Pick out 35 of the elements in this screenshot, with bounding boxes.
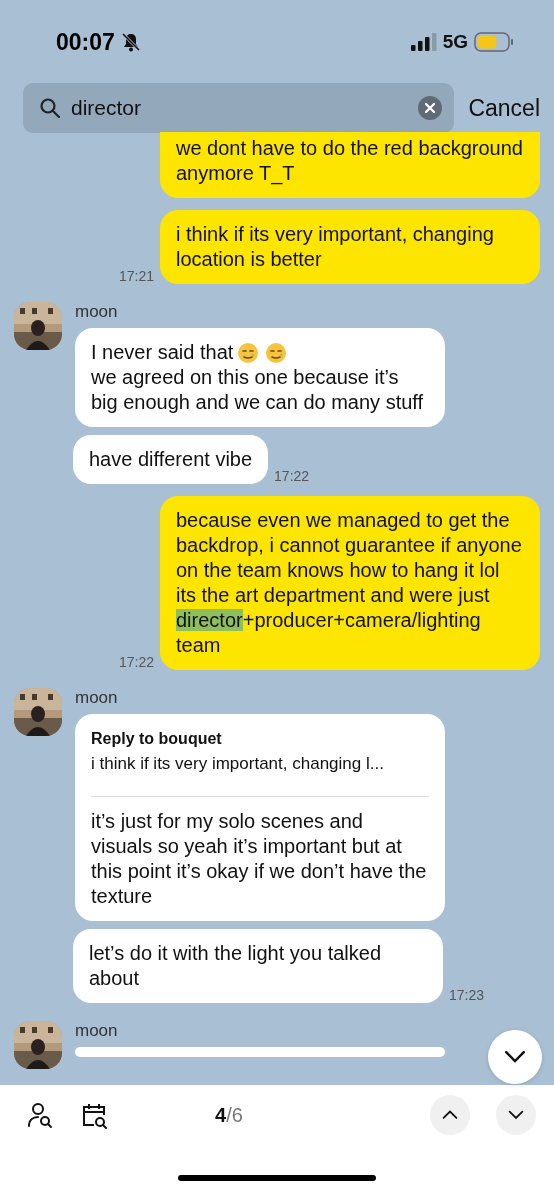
crying-smile-icon [265, 341, 288, 364]
message-text: i think if its very important, changing location is better [176, 222, 495, 272]
chevron-down-icon [508, 1110, 524, 1120]
message-text: it’s just for my solo scenes and visuals so yeah it’s important but at this point it’s okay if we don’t have the texture [91, 809, 428, 909]
message-text: I never said that [91, 340, 234, 365]
message-time: 17:22 [274, 468, 310, 484]
reply-title: Reply to bouquet [91, 729, 223, 749]
message-text: we agreed on this one because it’s big enough and we can do many stuff [91, 365, 425, 415]
message-text: because even we managed to get the backdrop, i cannot guarantee if anyone on the team knows how to hang it lol its the art department and were just director+producer+camera/lighting team [176, 508, 523, 658]
message-text: let’s do it with the light you talked about [89, 941, 383, 991]
message-time: 17:21 [118, 268, 154, 284]
clock: 00:07 [56, 28, 115, 56]
search-bar[interactable]: director [23, 83, 455, 133]
person-search-icon[interactable] [26, 1101, 54, 1129]
result-counter: 4/6 [214, 1103, 244, 1127]
cancel-button[interactable]: Cancel [468, 94, 540, 122]
battery-icon [474, 32, 514, 52]
calendar-search-icon[interactable] [80, 1101, 108, 1129]
signal-icon [410, 33, 437, 51]
message-time: 17:23 [449, 987, 485, 1003]
message-time: 17:22 [118, 654, 154, 670]
search-icon [39, 97, 61, 119]
network-label: 5G [442, 31, 468, 53]
message-text: have different vibe [89, 447, 253, 472]
clear-icon[interactable] [418, 96, 443, 120]
chevron-down-icon [504, 1050, 526, 1064]
message-text: we dont have to do the red background anymore T_T [176, 136, 524, 186]
sender-name: moon [75, 1021, 118, 1041]
crying-smile-icon [237, 341, 260, 364]
search-field[interactable]: director [69, 95, 411, 121]
reply-quote: i think if its very important, changing l... [91, 753, 385, 775]
next-result-button[interactable] [496, 1095, 536, 1135]
chevron-up-icon [442, 1110, 458, 1120]
sender-name: moon [75, 688, 118, 708]
sender-name: moon [75, 302, 118, 322]
